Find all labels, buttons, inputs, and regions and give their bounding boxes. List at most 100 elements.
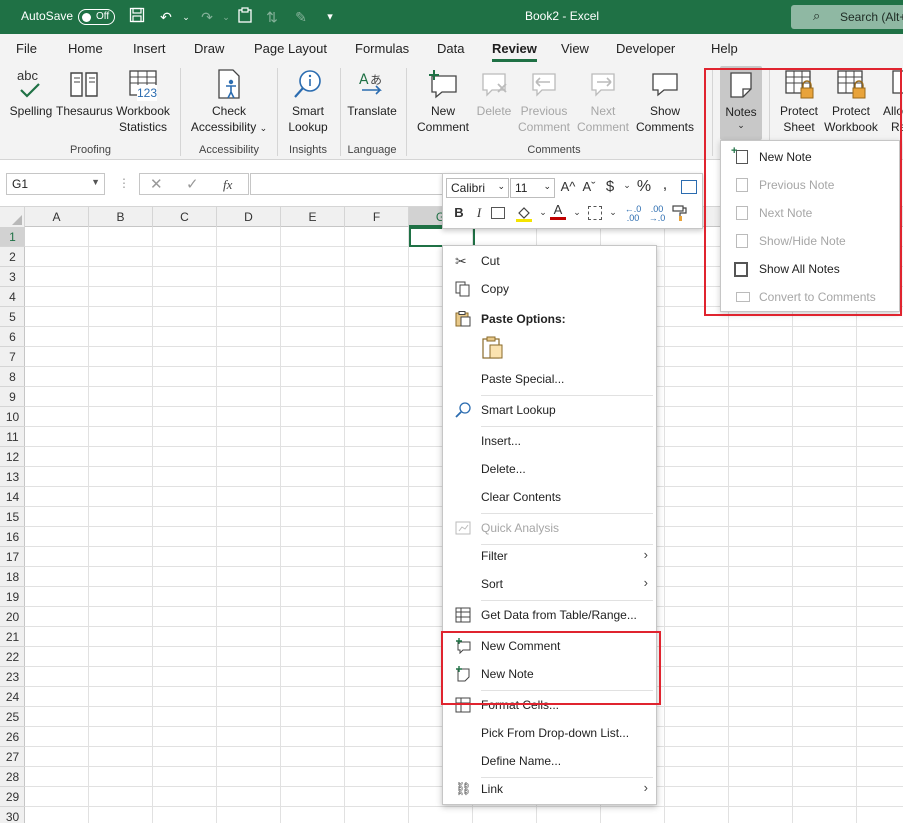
cell-borders-icon[interactable]	[588, 206, 602, 220]
format-painter-icon[interactable]	[671, 204, 689, 222]
workbook-statistics-button[interactable]: 123 Workbook Statistics	[113, 68, 173, 135]
column-header[interactable]: C	[153, 207, 217, 227]
tab-help[interactable]: Help	[711, 41, 738, 56]
menu-item-filter[interactable]: Filter ›	[443, 543, 656, 569]
spelling-button[interactable]: abc Spelling	[8, 68, 54, 119]
tab-view[interactable]: View	[561, 41, 589, 56]
chevron-down-icon[interactable]: ⌄	[605, 207, 621, 218]
tab-home[interactable]: Home	[68, 41, 103, 56]
redo-icon[interactable]: ↷	[197, 7, 217, 27]
tab-draw[interactable]: Draw	[194, 41, 224, 56]
undo-dropdown-icon[interactable]: ⌄	[176, 7, 196, 27]
decrease-decimal-icon[interactable]: .00 →.0	[646, 205, 668, 223]
row-header[interactable]: 5	[0, 307, 25, 327]
grow-font-icon[interactable]: A^	[558, 179, 578, 194]
smart-lookup-button[interactable]: Smart Lookup	[283, 68, 333, 135]
row-header[interactable]: 4	[0, 287, 25, 307]
row-header[interactable]: 17	[0, 547, 25, 567]
row-header[interactable]: 13	[0, 467, 25, 487]
row-header[interactable]: 22	[0, 647, 25, 667]
menu-item-delete[interactable]: Delete...	[443, 456, 656, 482]
previous-comment-button[interactable]: Previous Comment	[514, 68, 574, 135]
translate-button[interactable]: Aあ Translate	[345, 68, 399, 119]
row-header[interactable]: 6	[0, 327, 25, 347]
menu-item-copy[interactable]: Copy	[443, 276, 656, 302]
column-header[interactable]: B	[89, 207, 153, 227]
row-header[interactable]: 19	[0, 587, 25, 607]
row-header[interactable]: 14	[0, 487, 25, 507]
row-header[interactable]: 2	[0, 247, 25, 267]
check-accessibility-button[interactable]: Check Accessibility ⌄	[188, 68, 270, 136]
menu-item-get-data[interactable]: Get Data from Table/Range...	[443, 602, 656, 628]
next-comment-button[interactable]: Next Comment	[575, 68, 631, 135]
select-all-corner[interactable]	[0, 207, 25, 227]
wrap-format-icon[interactable]	[681, 180, 697, 194]
italic-icon[interactable]: I	[471, 205, 487, 221]
edit-icon[interactable]: ✎	[291, 7, 311, 27]
menu-item-smart-lookup[interactable]: Smart Lookup	[443, 397, 656, 423]
column-header[interactable]: F	[345, 207, 409, 227]
active-cell[interactable]	[409, 227, 475, 247]
font-size-select[interactable]: 11 ⌄	[510, 178, 555, 198]
redo-dropdown-icon[interactable]: ⌄	[216, 7, 236, 27]
percent-icon[interactable]: %	[636, 178, 652, 196]
save-icon[interactable]	[127, 7, 147, 27]
font-name-select[interactable]: Calibri ⌄	[446, 178, 509, 198]
autosave-toggle[interactable]: Off	[78, 9, 115, 25]
borders-icon[interactable]	[491, 207, 505, 219]
sort-icon[interactable]: ⇅	[262, 7, 282, 27]
menu-item-define-name[interactable]: Define Name...	[443, 748, 656, 774]
tab-insert[interactable]: Insert	[133, 41, 166, 56]
menu-item-cut[interactable]: ✂ Cut	[443, 248, 656, 274]
column-header[interactable]: E	[281, 207, 345, 227]
menu-item-paste-special[interactable]: Paste Special...	[443, 366, 656, 392]
font-color-icon[interactable]: A	[549, 203, 567, 223]
row-header[interactable]: 9	[0, 387, 25, 407]
row-header[interactable]: 11	[0, 427, 25, 447]
menu-item-pick-dropdown[interactable]: Pick From Drop-down List...	[443, 720, 656, 746]
thesaurus-button[interactable]: Thesaurus	[56, 68, 113, 119]
row-header[interactable]: 16	[0, 527, 25, 547]
row-header[interactable]: 18	[0, 567, 25, 587]
row-header[interactable]: 23	[0, 667, 25, 687]
currency-icon[interactable]: $	[602, 178, 618, 195]
row-header[interactable]: 1	[0, 227, 25, 247]
tab-review[interactable]: Review	[492, 41, 537, 62]
insert-function-icon[interactable]: fx	[223, 177, 232, 193]
row-header[interactable]: 28	[0, 767, 25, 787]
paste-option-button[interactable]	[481, 336, 505, 362]
menu-item-quick-analysis[interactable]: Quick Analysis	[443, 515, 656, 541]
column-header[interactable]: D	[217, 207, 281, 227]
tab-file[interactable]: File	[16, 41, 37, 56]
bold-icon[interactable]: B	[451, 205, 467, 220]
row-header[interactable]: 3	[0, 267, 25, 287]
show-comments-button[interactable]: Show Comments	[633, 68, 697, 135]
row-header[interactable]: 10	[0, 407, 25, 427]
row-header[interactable]: 20	[0, 607, 25, 627]
delete-comment-button[interactable]: Delete	[473, 68, 515, 119]
increase-decimal-icon[interactable]: ←.0 .00	[622, 205, 644, 223]
column-header[interactable]: A	[25, 207, 89, 227]
search-box[interactable]: ⌕ Search (Alt+Q)	[791, 5, 903, 29]
formula-input[interactable]	[250, 173, 450, 195]
tab-data[interactable]: Data	[437, 41, 464, 56]
shrink-font-icon[interactable]: Aˇ	[579, 179, 599, 194]
cancel-icon[interactable]: ✕	[150, 175, 163, 193]
comma-style-icon[interactable]: ,	[657, 176, 673, 194]
row-header[interactable]: 30	[0, 807, 25, 823]
tab-formulas[interactable]: Formulas	[355, 41, 409, 56]
chevron-down-icon[interactable]: ⌄	[569, 207, 585, 218]
row-header[interactable]: 24	[0, 687, 25, 707]
row-header[interactable]: 26	[0, 727, 25, 747]
menu-item-link[interactable]: ⛓ Link ›	[443, 776, 656, 802]
row-header[interactable]: 12	[0, 447, 25, 467]
row-header[interactable]: 29	[0, 787, 25, 807]
row-header[interactable]: 25	[0, 707, 25, 727]
customize-toolbar-icon[interactable]: ▾	[320, 7, 340, 27]
paste-icon[interactable]	[235, 7, 255, 27]
enter-icon[interactable]: ✓	[186, 175, 199, 193]
row-header[interactable]: 27	[0, 747, 25, 767]
row-header[interactable]: 7	[0, 347, 25, 367]
name-box[interactable]: G1 ▼	[6, 173, 105, 195]
row-header[interactable]: 21	[0, 627, 25, 647]
